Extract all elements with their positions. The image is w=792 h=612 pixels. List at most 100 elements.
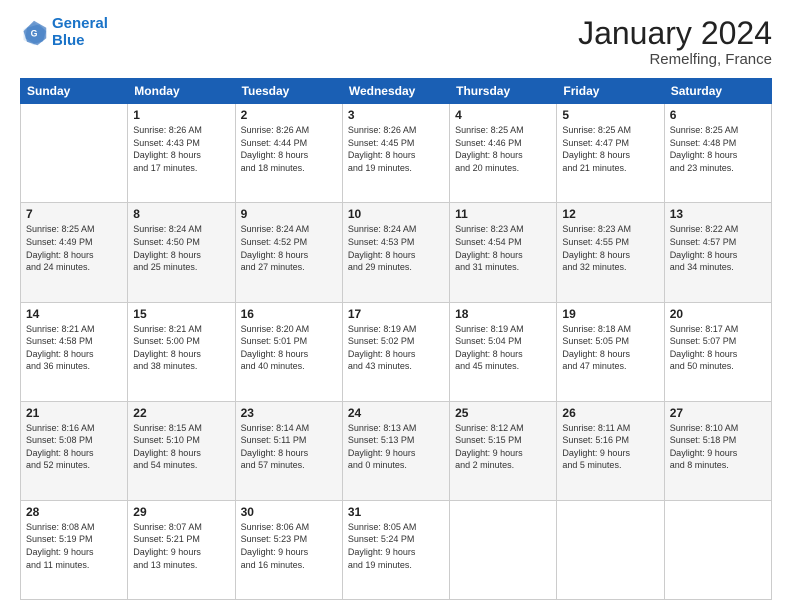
day-number: 5 — [562, 108, 658, 122]
day-number: 18 — [455, 307, 551, 321]
day-number: 30 — [241, 505, 337, 519]
day-number: 1 — [133, 108, 229, 122]
col-friday: Friday — [557, 79, 664, 104]
calendar-cell: 8 Sunrise: 8:24 AMSunset: 4:50 PMDaylight… — [128, 203, 235, 302]
calendar-cell: 1 Sunrise: 8:26 AMSunset: 4:43 PMDaylight… — [128, 104, 235, 203]
week-row-3: 14Sunrise: 8:21 AMSunset: 4:58 PMDayligh… — [21, 302, 772, 401]
title-block: January 2024 Remelfing, France — [578, 16, 772, 68]
col-wednesday: Wednesday — [342, 79, 449, 104]
day-info: Sunrise: 8:25 AMSunset: 4:48 PMDaylight:… — [670, 124, 766, 174]
day-number: 10 — [348, 207, 444, 221]
day-number: 16 — [241, 307, 337, 321]
day-number: 20 — [670, 307, 766, 321]
day-number: 12 — [562, 207, 658, 221]
day-info: Sunrise: 8:25 AMSunset: 4:46 PMDaylight:… — [455, 124, 551, 174]
day-info: Sunrise: 8:26 AMSunset: 4:43 PMDaylight:… — [133, 124, 229, 174]
day-number: 19 — [562, 307, 658, 321]
day-info: Sunrise: 8:17 AMSunset: 5:07 PMDaylight:… — [670, 323, 766, 373]
col-sunday: Sunday — [21, 79, 128, 104]
calendar-cell: 10 Sunrise: 8:24 AMSunset: 4:53 PMDayligh… — [342, 203, 449, 302]
svg-text:G: G — [31, 28, 38, 38]
day-number: 24 — [348, 406, 444, 420]
day-info: Sunrise: 8:24 AMSunset: 4:50 PMDaylight:… — [133, 223, 229, 273]
day-info: Sunrise: 8:26 AMSunset: 4:44 PMDaylight:… — [241, 124, 337, 174]
day-number: 7 — [26, 207, 122, 221]
day-number: 29 — [133, 505, 229, 519]
day-number: 11 — [455, 207, 551, 221]
calendar-cell: 4 Sunrise: 8:25 AMSunset: 4:46 PMDaylight… — [450, 104, 557, 203]
calendar-cell: 23 Sunrise: 8:14 AMSunset: 5:11 PMDayligh… — [235, 401, 342, 500]
calendar-cell: 30Sunrise: 8:06 AMSunset: 5:23 PMDayligh… — [235, 500, 342, 599]
calendar-cell: 19 Sunrise: 8:18 AMSunset: 5:05 PMDayligh… — [557, 302, 664, 401]
day-info: Sunrise: 8:24 AMSunset: 4:53 PMDaylight:… — [348, 223, 444, 273]
calendar-cell: 16 Sunrise: 8:20 AMSunset: 5:01 PMDayligh… — [235, 302, 342, 401]
col-thursday: Thursday — [450, 79, 557, 104]
calendar-cell: 26 Sunrise: 8:11 AMSunset: 5:16 PMDayligh… — [557, 401, 664, 500]
calendar-cell — [21, 104, 128, 203]
day-number: 13 — [670, 207, 766, 221]
week-row-1: 1 Sunrise: 8:26 AMSunset: 4:43 PMDaylight… — [21, 104, 772, 203]
day-info: Sunrise: 8:12 AMSunset: 5:15 PMDaylight:… — [455, 422, 551, 472]
day-number: 17 — [348, 307, 444, 321]
calendar-cell: 3 Sunrise: 8:26 AMSunset: 4:45 PMDaylight… — [342, 104, 449, 203]
day-info: Sunrise: 8:20 AMSunset: 5:01 PMDaylight:… — [241, 323, 337, 373]
calendar-cell: 31 Sunrise: 8:05 AMSunset: 5:24 PMDayligh… — [342, 500, 449, 599]
day-number: 8 — [133, 207, 229, 221]
day-info: Sunrise: 8:19 AMSunset: 5:04 PMDaylight:… — [455, 323, 551, 373]
day-info: Sunrise: 8:16 AMSunset: 5:08 PMDaylight:… — [26, 422, 122, 472]
day-info: Sunrise: 8:10 AMSunset: 5:18 PMDaylight:… — [670, 422, 766, 472]
calendar-table: Sunday Monday Tuesday Wednesday Thursday… — [20, 78, 772, 600]
day-number: 22 — [133, 406, 229, 420]
day-number: 27 — [670, 406, 766, 420]
day-number: 28 — [26, 505, 122, 519]
logo-icon: G — [20, 19, 48, 47]
day-info: Sunrise: 8:08 AMSunset: 5:19 PMDaylight:… — [26, 521, 122, 571]
logo-blue: Blue — [52, 32, 85, 49]
calendar-cell: 11Sunrise: 8:23 AMSunset: 4:54 PMDayligh… — [450, 203, 557, 302]
day-number: 21 — [26, 406, 122, 420]
calendar-cell: 9 Sunrise: 8:24 AMSunset: 4:52 PMDaylight… — [235, 203, 342, 302]
day-number: 31 — [348, 505, 444, 519]
day-info: Sunrise: 8:14 AMSunset: 5:11 PMDaylight:… — [241, 422, 337, 472]
day-number: 26 — [562, 406, 658, 420]
day-info: Sunrise: 8:11 AMSunset: 5:16 PMDaylight:… — [562, 422, 658, 472]
day-info: Sunrise: 8:05 AMSunset: 5:24 PMDaylight:… — [348, 521, 444, 571]
day-info: Sunrise: 8:19 AMSunset: 5:02 PMDaylight:… — [348, 323, 444, 373]
day-info: Sunrise: 8:21 AMSunset: 5:00 PMDaylight:… — [133, 323, 229, 373]
day-number: 23 — [241, 406, 337, 420]
calendar-cell: 13 Sunrise: 8:22 AMSunset: 4:57 PMDayligh… — [664, 203, 771, 302]
subtitle: Remelfing, France — [578, 51, 772, 68]
calendar-cell: 6Sunrise: 8:25 AMSunset: 4:48 PMDaylight… — [664, 104, 771, 203]
logo-general: General — [52, 15, 108, 32]
calendar-cell: 21 Sunrise: 8:16 AMSunset: 5:08 PMDayligh… — [21, 401, 128, 500]
calendar-cell: 12 Sunrise: 8:23 AMSunset: 4:55 PMDayligh… — [557, 203, 664, 302]
week-row-4: 21 Sunrise: 8:16 AMSunset: 5:08 PMDayligh… — [21, 401, 772, 500]
day-info: Sunrise: 8:25 AMSunset: 4:47 PMDaylight:… — [562, 124, 658, 174]
day-info: Sunrise: 8:23 AMSunset: 4:55 PMDaylight:… — [562, 223, 658, 273]
day-number: 25 — [455, 406, 551, 420]
calendar-cell: 2 Sunrise: 8:26 AMSunset: 4:44 PMDaylight… — [235, 104, 342, 203]
day-info: Sunrise: 8:18 AMSunset: 5:05 PMDaylight:… — [562, 323, 658, 373]
page: G General Blue January 2024 Remelfing, F… — [0, 0, 792, 612]
logo: G General Blue — [20, 16, 108, 49]
calendar-cell: 24Sunrise: 8:13 AMSunset: 5:13 PMDayligh… — [342, 401, 449, 500]
day-info: Sunrise: 8:24 AMSunset: 4:52 PMDaylight:… — [241, 223, 337, 273]
calendar-cell: 15Sunrise: 8:21 AMSunset: 5:00 PMDayligh… — [128, 302, 235, 401]
day-info: Sunrise: 8:26 AMSunset: 4:45 PMDaylight:… — [348, 124, 444, 174]
day-info: Sunrise: 8:25 AMSunset: 4:49 PMDaylight:… — [26, 223, 122, 273]
calendar-cell: 20 Sunrise: 8:17 AMSunset: 5:07 PMDayligh… — [664, 302, 771, 401]
day-info: Sunrise: 8:22 AMSunset: 4:57 PMDaylight:… — [670, 223, 766, 273]
calendar-cell — [557, 500, 664, 599]
day-number: 2 — [241, 108, 337, 122]
day-number: 3 — [348, 108, 444, 122]
day-info: Sunrise: 8:15 AMSunset: 5:10 PMDaylight:… — [133, 422, 229, 472]
calendar-cell — [450, 500, 557, 599]
day-info: Sunrise: 8:07 AMSunset: 5:21 PMDaylight:… — [133, 521, 229, 571]
day-number: 9 — [241, 207, 337, 221]
calendar-cell: 22 Sunrise: 8:15 AMSunset: 5:10 PMDayligh… — [128, 401, 235, 500]
week-row-5: 28 Sunrise: 8:08 AMSunset: 5:19 PMDayligh… — [21, 500, 772, 599]
calendar-cell: 28 Sunrise: 8:08 AMSunset: 5:19 PMDayligh… — [21, 500, 128, 599]
day-info: Sunrise: 8:21 AMSunset: 4:58 PMDaylight:… — [26, 323, 122, 373]
col-monday: Monday — [128, 79, 235, 104]
day-number: 4 — [455, 108, 551, 122]
